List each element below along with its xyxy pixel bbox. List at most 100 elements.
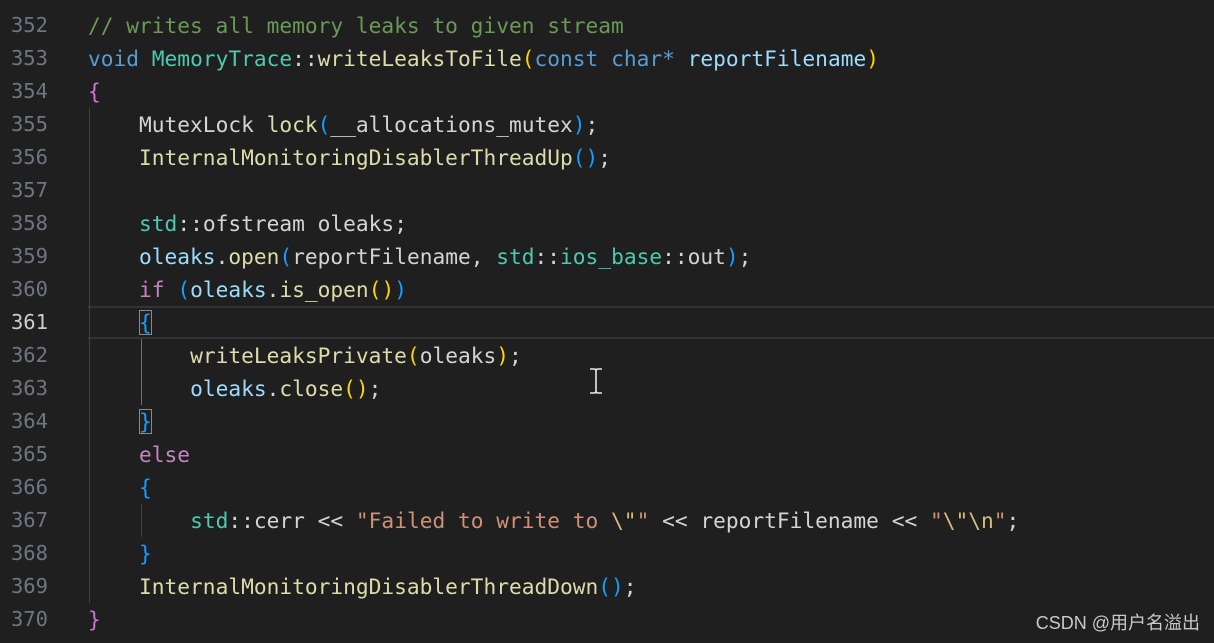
- code-token: (: [521, 46, 535, 71]
- code-token: ": [929, 508, 943, 533]
- code-token: oleaks: [139, 244, 216, 269]
- code-token: reportFilename: [292, 244, 471, 269]
- code-text: oleaks.open(reportFilename, std::ios_bas…: [88, 240, 751, 273]
- code-text: InternalMonitoringDisablerThreadUp();: [88, 141, 611, 174]
- code-text: std::ofstream oleaks;: [88, 207, 407, 240]
- code-token: ::: [662, 244, 688, 269]
- code-line[interactable]: 362 writeLeaksPrivate(oleaks);: [0, 339, 1214, 372]
- code-token: InternalMonitoringDisablerThreadDown: [139, 574, 599, 599]
- code-token: (): [572, 145, 599, 170]
- code-token: reportFilename: [687, 46, 867, 71]
- code-line[interactable]: 366 {: [0, 471, 1214, 504]
- line-number: 361: [10, 310, 48, 334]
- code-line[interactable]: 363 oleaks.close();: [0, 372, 1214, 405]
- indent-guide: [89, 108, 90, 603]
- code-line[interactable]: 367 std::cerr << "Failed to write to \""…: [0, 504, 1214, 537]
- code-token: open: [228, 244, 280, 269]
- line-number: 362: [10, 343, 48, 367]
- code-line[interactable]: 352 // writes all memory leaks to given s…: [0, 9, 1214, 42]
- code-token: lock: [266, 112, 318, 137]
- code-token: ": [636, 508, 650, 533]
- code-line[interactable]: 354 {: [0, 75, 1214, 108]
- code-line[interactable]: 359 oleaks.open(reportFilename, std::ios…: [0, 240, 1214, 273]
- code-line[interactable]: 369 InternalMonitoringDisablerThreadDown…: [0, 570, 1214, 603]
- code-token: __allocations_mutex: [330, 112, 573, 137]
- code-text: {: [88, 306, 152, 339]
- line-number: 367: [10, 508, 48, 532]
- code-token: .: [215, 244, 229, 269]
- code-token: reportFilename: [700, 508, 879, 533]
- code-token: else: [139, 442, 191, 467]
- code-text: MutexLock lock(__allocations_mutex);: [88, 108, 598, 141]
- code-line[interactable]: 357: [0, 174, 1214, 207]
- code-line[interactable]: 356 InternalMonitoringDisablerThreadUp()…: [0, 141, 1214, 174]
- text-cursor-icon: [590, 368, 602, 394]
- code-token: oleaks: [317, 211, 395, 236]
- code-token: ;: [585, 112, 599, 137]
- code-token: \": [611, 508, 637, 533]
- code-token: *: [662, 46, 675, 71]
- code-token: ): [725, 244, 739, 269]
- code-text: std::cerr << "Failed to write to \"" << …: [88, 504, 1019, 537]
- line-number: 363: [10, 376, 48, 400]
- code-line[interactable]: 361 {: [0, 306, 1214, 339]
- code-token: (): [368, 277, 395, 302]
- code-token: MemoryTrace: [151, 46, 293, 71]
- code-line[interactable]: 364 }: [0, 405, 1214, 438]
- code-token: <<: [649, 508, 701, 533]
- code-token: std: [139, 211, 178, 236]
- code-text: writeLeaksPrivate(oleaks);: [88, 339, 522, 372]
- code-line[interactable]: 358 std::ofstream oleaks;: [0, 207, 1214, 240]
- line-number: 365: [10, 442, 48, 466]
- code-line[interactable]: 368 }: [0, 537, 1214, 570]
- code-token: ::: [534, 244, 561, 269]
- line-number: 360: [10, 277, 48, 301]
- line-number: 355: [10, 112, 48, 136]
- code-token: (): [343, 376, 369, 401]
- code-token: }: [139, 409, 152, 434]
- code-token: .: [266, 277, 280, 302]
- code-text: // writes all memory leaks to given stre…: [88, 9, 624, 42]
- code-line[interactable]: 353 void MemoryTrace::writeLeaksToFile(co…: [0, 42, 1214, 75]
- line-number: 357: [10, 178, 48, 202]
- code-token: out: [687, 244, 726, 269]
- code-token: (: [279, 244, 293, 269]
- code-token: writeLeaksToFile: [317, 46, 522, 71]
- line-number: 352: [10, 13, 48, 37]
- code-token: ;: [368, 376, 382, 401]
- code-line[interactable]: 365 else: [0, 438, 1214, 471]
- code-token: ): [394, 277, 407, 302]
- code-line[interactable]: 370}: [0, 603, 1214, 636]
- code-token: writeLeaksPrivate: [190, 343, 407, 368]
- code-token: oleaks: [419, 343, 497, 368]
- line-number: 359: [10, 244, 48, 268]
- code-token: is_open: [279, 277, 369, 302]
- line-number: 364: [10, 409, 48, 433]
- code-line[interactable]: 355 MutexLock lock(__allocations_mutex);: [0, 108, 1214, 141]
- code-token: }: [139, 541, 152, 566]
- code-token: {: [88, 79, 101, 104]
- code-token: (: [317, 112, 331, 137]
- code-text: InternalMonitoringDisablerThreadDown();: [88, 570, 637, 603]
- code-token: std: [190, 508, 229, 533]
- code-token: ;: [738, 244, 752, 269]
- indent-guide: [141, 504, 143, 537]
- line-number: 356: [10, 145, 48, 169]
- code-line[interactable]: 360 if (oleaks.is_open()): [0, 273, 1214, 306]
- code-token: oleaks: [190, 376, 267, 401]
- code-token: ,: [470, 244, 497, 269]
- code-token: ;: [623, 574, 637, 599]
- code-token: (: [177, 277, 191, 302]
- code-token: ;: [598, 145, 612, 170]
- code-token: {: [139, 475, 152, 500]
- code-editor[interactable]: 352 // writes all memory leaks to given s…: [0, 9, 1214, 636]
